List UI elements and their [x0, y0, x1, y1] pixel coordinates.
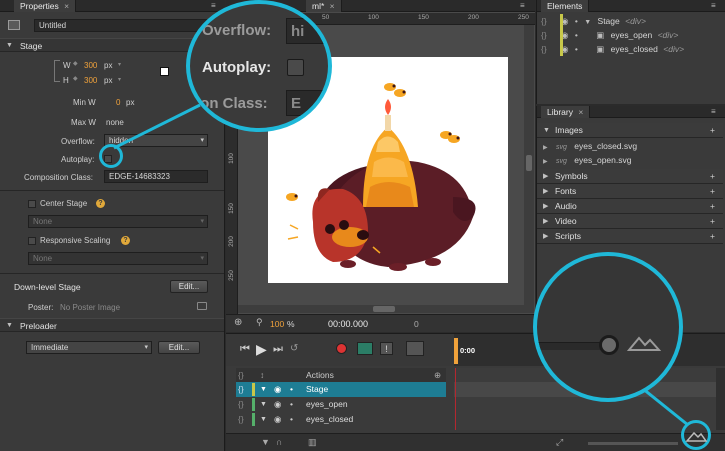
zoom-overflow-field: hi [286, 18, 328, 44]
zoom-composition-field: E [286, 90, 328, 116]
mountain-icon [627, 336, 661, 351]
mountain-zoom-highlight-ring [681, 420, 711, 450]
magnifier-zoom-slider [533, 252, 683, 402]
mountain-icon [685, 431, 708, 442]
magnifier-properties: Overflow: hi Autoplay: ion Class: E [186, 0, 332, 132]
zoom-autoplay-checkbox [287, 59, 304, 76]
zoom-composition-label: ion Class: [196, 95, 268, 112]
zoom-overflow-label: Overflow: [202, 22, 272, 39]
autoplay-highlight-ring [99, 144, 123, 168]
zoom-autoplay-label: Autoplay: [202, 59, 272, 76]
zoom-overflow-value: hi [291, 23, 305, 40]
zoom-composition-value: E [291, 95, 302, 112]
zoom-slider-handle [599, 335, 619, 355]
